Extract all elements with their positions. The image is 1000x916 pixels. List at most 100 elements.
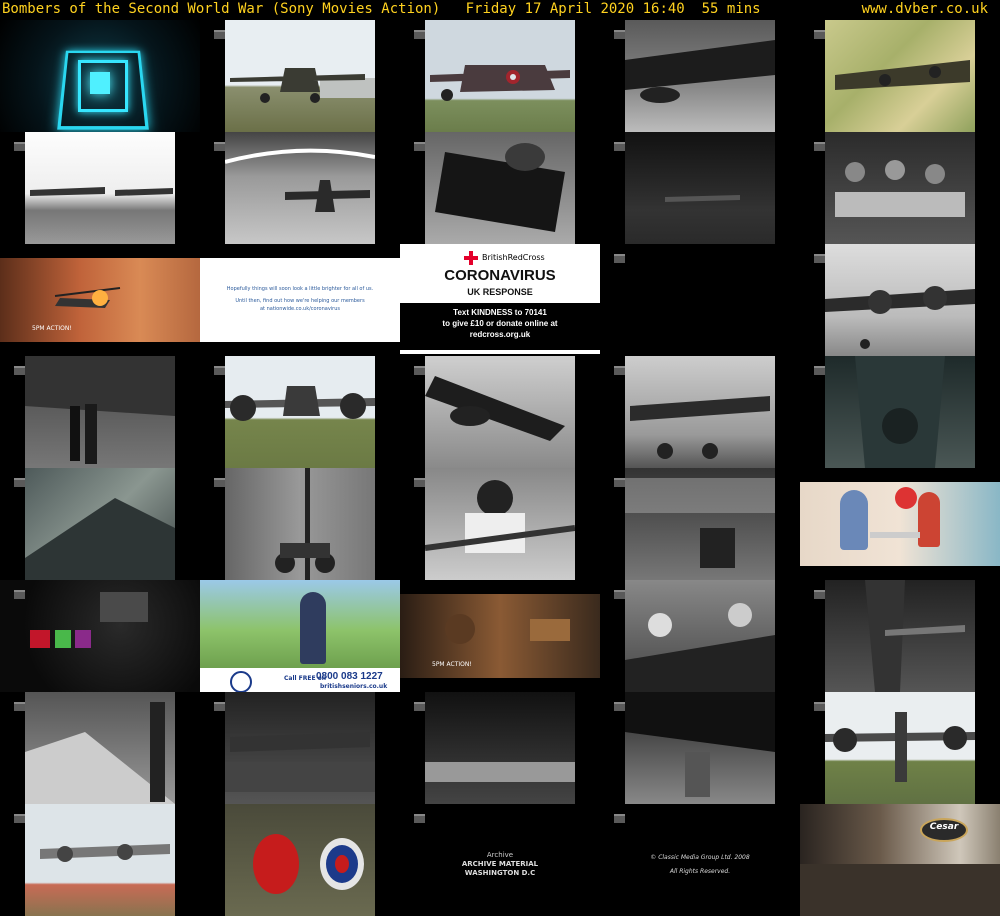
channel-logo-icon [414, 366, 425, 375]
thumbnail-r1c5[interactable] [825, 20, 975, 132]
thumbnail-r2c5[interactable] [825, 132, 975, 244]
seniors-logo [230, 671, 252, 692]
thumbnail-r4c2[interactable] [225, 356, 375, 468]
copyright-line2: All Rights Reserved. [625, 868, 775, 875]
thumbnail-r2c3[interactable] [425, 132, 575, 244]
seniors-phone: 0800 083 1227 [316, 671, 383, 682]
thumbnail-r1c4[interactable] [625, 20, 775, 132]
channel-logo-icon [14, 814, 25, 823]
redcross-title: CORONAVIRUS [400, 267, 600, 284]
redcross-brand: BritishRedCross [482, 253, 545, 262]
channel-logo-icon [214, 702, 225, 711]
channel-logo-icon [614, 142, 625, 151]
thumbnail-r7c2[interactable] [225, 692, 375, 804]
channel-logo-icon [414, 702, 425, 711]
thumbnail-r1c1[interactable] [0, 20, 200, 132]
thumbnail-r4c3[interactable] [425, 356, 575, 468]
thumbnail-r3c3-redcross-ad[interactable]: BritishRedCross CORONAVIRUS UK RESPONSE … [400, 244, 600, 356]
lancaster-bomber-image [225, 20, 375, 132]
thumbnail-r5c3[interactable] [425, 468, 575, 580]
thumbnail-r4c4[interactable] [625, 356, 775, 468]
channel-logo-icon [214, 366, 225, 375]
channel-logo-icon [614, 30, 625, 39]
channel-logo-icon [214, 478, 225, 487]
thumbnail-r7c3[interactable] [425, 692, 575, 804]
thumbnail-r3c4[interactable] [625, 244, 775, 356]
nationwide-line2: Until then, find out how we're helping o… [200, 298, 400, 304]
redcross-text1: Text KINDNESS to 70141 [400, 308, 600, 317]
channel-logo-icon [14, 142, 25, 151]
thumbnail-r7c1[interactable] [25, 692, 175, 804]
red-roundel-icon [253, 834, 299, 894]
channel-logo-icon [214, 142, 225, 151]
thumbnail-r3c2-nationwide-ad[interactable]: Hopefully things will soon look a little… [200, 258, 400, 342]
channel-logo-icon [14, 590, 25, 599]
channel-logo-icon [14, 478, 25, 487]
thumbnail-r2c4[interactable] [625, 132, 775, 244]
thumbnail-r4c1[interactable] [25, 356, 175, 468]
channel-logo-icon [814, 366, 825, 375]
nationwide-line1: Hopefully things will soon look a little… [200, 286, 400, 292]
thumbnail-r7c5[interactable] [825, 692, 975, 804]
channel-logo-icon [414, 30, 425, 39]
thumbnail-r1c3[interactable] [425, 20, 575, 132]
channel-logo-icon [614, 702, 625, 711]
thumbnail-r2c2[interactable] [225, 132, 375, 244]
channel-logo-icon [614, 478, 625, 487]
twin-engine-bomber-image [225, 356, 375, 468]
thumbnail-r5c4[interactable] [625, 468, 775, 580]
movie-action-caption: 5PM ACTION! [32, 325, 72, 332]
channel-logo-icon [614, 366, 625, 375]
header-title-line: Bombers of the Second World War (Sony Mo… [2, 1, 761, 17]
thumbnail-r8c1[interactable] [25, 804, 175, 916]
programme-duration: 55 mins [702, 1, 761, 17]
channel-logo-icon [14, 702, 25, 711]
thumbnail-r7c4[interactable] [625, 692, 775, 804]
site-link[interactable]: www.dvber.co.uk [862, 1, 988, 17]
thumbnail-r6c2-seniors-ad[interactable]: Call FREE on 0800 083 1227 britishsenior… [200, 580, 400, 692]
copyright-line1: © Classic Media Group Ltd. 2008 [625, 854, 775, 861]
redcross-subtitle: UK RESPONSE [400, 287, 600, 297]
thumbnail-r8c5-cesar-ad[interactable]: Cesar [800, 804, 1000, 916]
cesar-brand: Cesar [924, 822, 964, 832]
channel-logo-icon [14, 366, 25, 375]
channel-logo-icon [814, 142, 825, 151]
channel-logo-icon [414, 478, 425, 487]
thumbnail-r6c3[interactable]: 5PM ACTION! [400, 594, 600, 678]
thumbnail-r3c1[interactable]: 5PM ACTION! [0, 258, 200, 342]
thumbnail-r6c5[interactable] [825, 580, 975, 692]
channel-logo-icon [814, 590, 825, 599]
thumbnail-r8c2[interactable] [225, 804, 375, 916]
thumbnail-r4c5[interactable] [825, 356, 975, 468]
channel-logo-icon [814, 30, 825, 39]
thumbnail-r5c5-cafe-ad[interactable] [800, 482, 1000, 566]
channel-logo-icon [614, 590, 625, 599]
thumbnail-r6c4[interactable] [625, 580, 775, 692]
archive-line2: ARCHIVE MATERIAL [425, 860, 575, 868]
thumbnail-r5c2[interactable] [225, 468, 375, 580]
thumbnail-r2c1[interactable] [25, 132, 175, 244]
thumbnail-r8c4-copyright-card[interactable]: © Classic Media Group Ltd. 2008 All Righ… [625, 804, 775, 916]
archive-line1: Archive [425, 851, 575, 859]
redcross-text2: to give £10 or donate online at [400, 319, 600, 328]
channel-logo-icon [614, 254, 625, 263]
channel-logo-icon [614, 814, 625, 823]
archive-line3: WASHINGTON D.C [425, 869, 575, 877]
channel-logo-icon [214, 30, 225, 39]
programme-title: Bombers of the Second World War (Sony Mo… [2, 1, 440, 17]
thumbnail-r6c1-channel5-promo[interactable] [0, 580, 200, 692]
channel-logo-icon [814, 702, 825, 711]
thumbnail-r8c3-archive-card[interactable]: Archive ARCHIVE MATERIAL WASHINGTON D.C [425, 804, 575, 916]
movie-action-caption-2: 5PM ACTION! [432, 661, 472, 668]
channel-logo-icon [814, 254, 825, 263]
header-bar: Bombers of the Second World War (Sony Mo… [0, 0, 1000, 20]
red-cross-icon [464, 251, 478, 265]
thumbnail-r5c1[interactable] [25, 468, 175, 580]
helicopter-explosion-image [0, 258, 200, 342]
broadcast-datetime: Friday 17 April 2020 16:40 [466, 1, 685, 17]
thumbnail-r3c5[interactable] [825, 244, 975, 356]
bw-bomber-image [625, 20, 775, 132]
nationwide-line3: at nationwide.co.uk/coronavirus [200, 306, 400, 312]
thumbnail-r1c2[interactable] [225, 20, 375, 132]
channel-logo-icon [414, 814, 425, 823]
